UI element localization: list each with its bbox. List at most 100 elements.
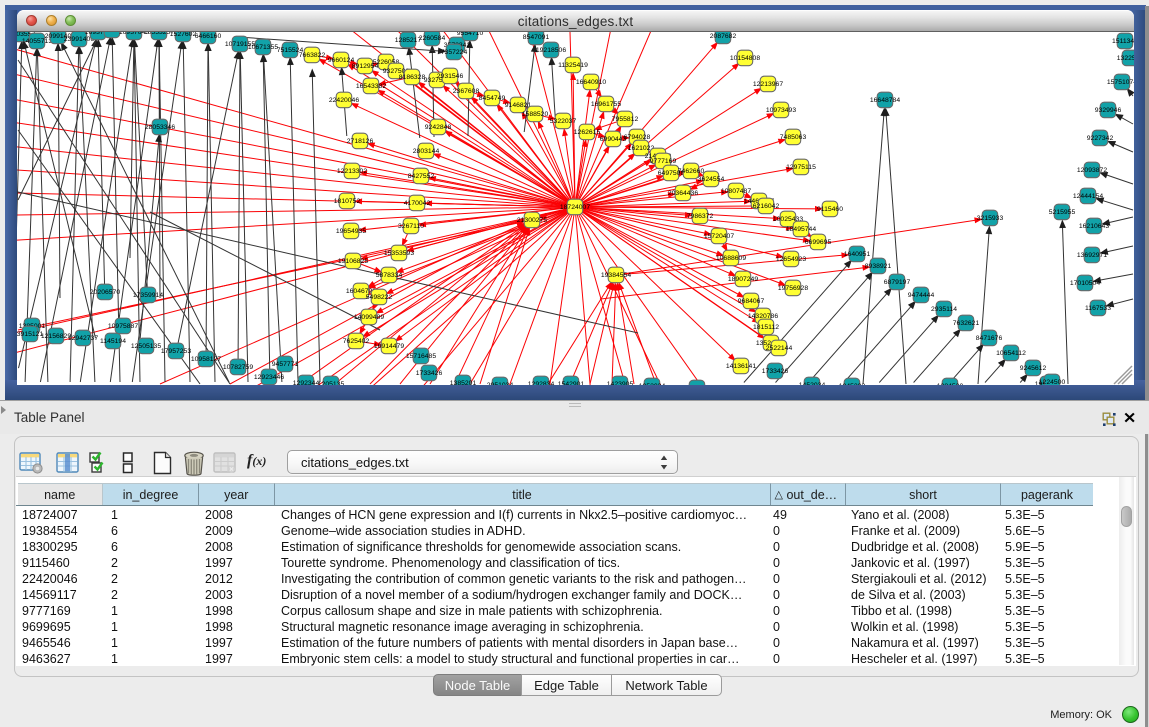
svg-text:9777169: 9777169 bbox=[650, 158, 677, 165]
svg-text:1542901: 1542901 bbox=[558, 381, 585, 385]
svg-text:8547091: 8547091 bbox=[523, 34, 550, 41]
svg-text:9245612: 9245612 bbox=[1020, 365, 1047, 372]
svg-text:3267110: 3267110 bbox=[398, 223, 424, 230]
svg-text:1845203: 1845203 bbox=[839, 383, 866, 385]
svg-text:12444154: 12444154 bbox=[1073, 193, 1103, 200]
svg-text:21300275: 21300275 bbox=[517, 217, 547, 224]
svg-text:1224500: 1224500 bbox=[1039, 379, 1066, 385]
svg-text:2260584: 2260584 bbox=[419, 35, 446, 42]
svg-text:7986372: 7986372 bbox=[687, 213, 714, 220]
svg-text:6699695: 6699695 bbox=[805, 239, 832, 246]
svg-text:19106825: 19106825 bbox=[338, 258, 368, 265]
svg-text:2935114: 2935114 bbox=[931, 306, 957, 313]
svg-text:7663822: 7663822 bbox=[299, 52, 326, 59]
svg-text:2367608: 2367608 bbox=[453, 88, 480, 95]
svg-text:28053346: 28053346 bbox=[145, 124, 175, 131]
svg-text:1511342: 1511342 bbox=[1112, 38, 1134, 45]
svg-text:12505135: 12505135 bbox=[131, 343, 161, 350]
svg-text:9554710: 9554710 bbox=[457, 32, 484, 37]
svg-text:2718126: 2718126 bbox=[347, 138, 374, 145]
svg-text:4170042: 4170042 bbox=[404, 200, 431, 207]
svg-text:1385201: 1385201 bbox=[450, 380, 477, 385]
svg-text:17957253: 17957253 bbox=[161, 348, 191, 355]
svg-text:7485063: 7485063 bbox=[780, 134, 807, 141]
svg-text:19384554: 19384554 bbox=[601, 272, 631, 279]
svg-text:5498222: 5498222 bbox=[366, 294, 393, 301]
svg-text:13692971: 13692971 bbox=[1077, 252, 1107, 259]
svg-text:1292834: 1292834 bbox=[528, 381, 555, 385]
svg-text:20206570: 20206570 bbox=[90, 289, 120, 296]
svg-text:1145194: 1145194 bbox=[100, 338, 126, 345]
svg-text:3624554: 3624554 bbox=[698, 176, 725, 183]
svg-text:12213967: 12213967 bbox=[753, 81, 783, 88]
svg-text:1205135: 1205135 bbox=[318, 381, 345, 385]
svg-text:16961755: 16961755 bbox=[591, 101, 621, 108]
svg-text:14099489: 14099489 bbox=[354, 314, 384, 321]
svg-text:8454749: 8454749 bbox=[479, 95, 506, 102]
svg-text:6879197: 6879197 bbox=[884, 279, 911, 286]
svg-text:2087682: 2087682 bbox=[710, 33, 737, 40]
svg-text:8186328: 8186328 bbox=[399, 74, 426, 81]
svg-text:6466160: 6466160 bbox=[195, 33, 222, 40]
svg-text:10975887: 10975887 bbox=[108, 323, 138, 330]
svg-text:10973493: 10973493 bbox=[766, 107, 796, 114]
svg-text:12923446: 12923446 bbox=[254, 374, 284, 381]
svg-text:1640951: 1640951 bbox=[844, 251, 871, 258]
svg-text:7625402: 7625402 bbox=[343, 338, 370, 345]
svg-text:5878334: 5878334 bbox=[376, 272, 403, 279]
svg-text:10807487: 10807487 bbox=[721, 188, 751, 195]
svg-text:18495744: 18495744 bbox=[786, 226, 816, 233]
svg-text:9115460: 9115460 bbox=[817, 206, 843, 213]
svg-text:12156829: 12156829 bbox=[41, 333, 71, 340]
svg-text:19654935: 19654935 bbox=[336, 228, 366, 235]
svg-text:1733426: 1733426 bbox=[762, 368, 789, 375]
svg-text:18907249: 18907249 bbox=[728, 276, 758, 283]
svg-text:7462660: 7462660 bbox=[678, 168, 705, 175]
svg-text:15751074: 15751074 bbox=[1107, 79, 1134, 86]
svg-text:12093872: 12093872 bbox=[1077, 167, 1107, 174]
svg-text:1810752: 1810752 bbox=[334, 198, 361, 205]
svg-text:2931546: 2931546 bbox=[437, 73, 464, 80]
svg-text:18724007: 18724007 bbox=[560, 204, 590, 211]
svg-text:10671355: 10671355 bbox=[248, 44, 278, 51]
svg-text:5322037: 5322037 bbox=[550, 118, 577, 125]
svg-text:1452034: 1452034 bbox=[799, 382, 826, 385]
svg-text:22420046: 22420046 bbox=[329, 97, 359, 104]
svg-text:10958127: 10958127 bbox=[191, 356, 221, 363]
svg-text:8427552: 8427552 bbox=[408, 173, 435, 180]
svg-text:9474444: 9474444 bbox=[908, 292, 935, 299]
svg-text:1423905: 1423905 bbox=[607, 381, 634, 385]
svg-text:15720407: 15720407 bbox=[704, 233, 734, 240]
svg-text:16543382: 16543382 bbox=[356, 83, 386, 90]
svg-text:12975115: 12975115 bbox=[786, 164, 816, 171]
svg-text:1262615: 1262615 bbox=[574, 129, 601, 136]
svg-text:1284520: 1284520 bbox=[937, 383, 964, 385]
svg-text:6216042: 6216042 bbox=[753, 203, 780, 210]
svg-text:7357224: 7357224 bbox=[441, 49, 468, 56]
svg-text:2951034: 2951034 bbox=[487, 382, 514, 385]
svg-text:1285217: 1285217 bbox=[395, 37, 422, 44]
svg-text:15353593: 15353593 bbox=[384, 250, 414, 257]
svg-text:2803144: 2803144 bbox=[413, 148, 440, 155]
svg-text:8471676: 8471676 bbox=[976, 335, 1003, 342]
svg-text:17359914: 17359914 bbox=[133, 292, 163, 299]
svg-text:9242848: 9242848 bbox=[425, 124, 452, 131]
svg-text:1815112: 1815112 bbox=[753, 324, 779, 331]
svg-text:6990443: 6990443 bbox=[600, 136, 627, 143]
svg-text:1167533: 1167533 bbox=[1085, 305, 1111, 312]
svg-text:10654112: 10654112 bbox=[996, 350, 1026, 357]
svg-text:1952034: 1952034 bbox=[639, 383, 666, 385]
svg-text:1588520: 1588520 bbox=[522, 111, 549, 118]
svg-text:10782759: 10782759 bbox=[223, 364, 253, 371]
svg-text:3215933: 3215933 bbox=[977, 215, 1004, 222]
svg-text:10688609: 10688609 bbox=[716, 255, 746, 262]
svg-text:16210643: 16210643 bbox=[1079, 223, 1109, 230]
svg-text:9684067: 9684067 bbox=[738, 298, 765, 305]
svg-text:3915121: 3915121 bbox=[17, 331, 43, 338]
svg-text:12654923: 12654923 bbox=[776, 256, 806, 263]
svg-text:15716485: 15716485 bbox=[406, 353, 436, 360]
svg-text:1527602: 1527602 bbox=[170, 32, 197, 38]
svg-text:9227342: 9227342 bbox=[1087, 135, 1114, 142]
svg-text:11325419: 11325419 bbox=[558, 62, 588, 69]
svg-text:9457771: 9457771 bbox=[272, 361, 299, 368]
